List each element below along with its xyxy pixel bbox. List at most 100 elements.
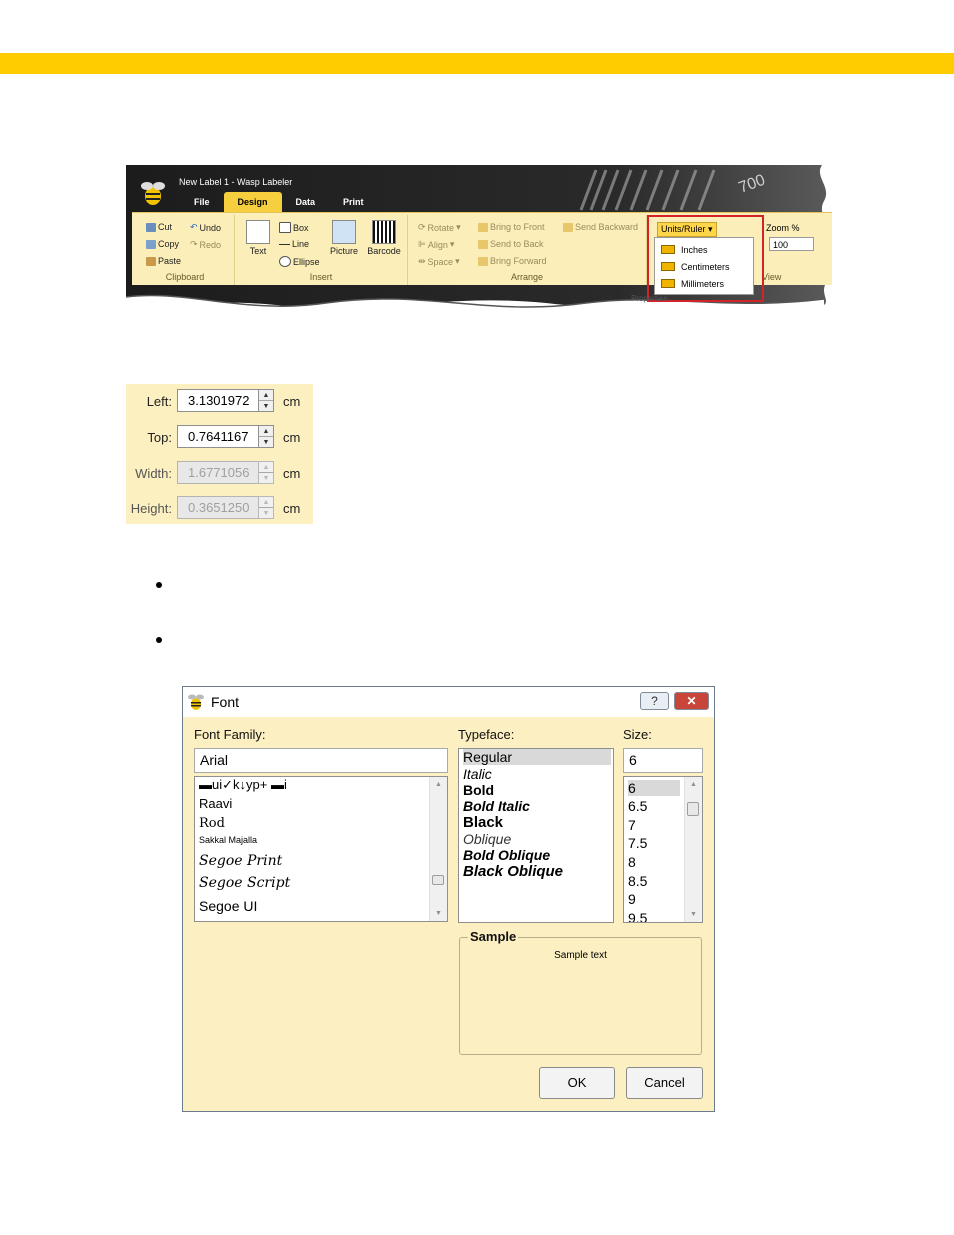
paste-icon — [146, 256, 156, 266]
size-scrollbar[interactable]: ▲ ▼ — [684, 777, 702, 922]
list-item[interactable]: Black Oblique — [463, 863, 563, 880]
spin-down-icon[interactable]: ▼ — [259, 437, 273, 447]
width-input[interactable]: 1.6771056 — [177, 461, 259, 484]
list-item[interactable]: Italic — [463, 766, 492, 782]
spin-down-icon[interactable]: ▼ — [259, 508, 273, 518]
ok-button[interactable]: OK — [539, 1067, 615, 1099]
list-item[interactable]: 8 — [628, 854, 636, 870]
list-item[interactable]: Bold Italic — [463, 798, 530, 814]
left-input[interactable]: 3.1301972 — [177, 389, 259, 412]
top-spinner[interactable]: ▲ ▼ — [258, 425, 274, 448]
insert-picture-label: Picture — [329, 246, 358, 256]
list-item[interactable]: ▬ui✓k↓yp+ ▬i — [199, 777, 287, 793]
height-spinner[interactable]: ▲ ▼ — [258, 496, 274, 519]
redo-icon: ↷ — [190, 239, 198, 249]
sample-box: Sample Sample text — [459, 929, 702, 1055]
spin-up-icon[interactable]: ▲ — [259, 497, 273, 508]
rotate-label: Rotate — [427, 222, 455, 233]
spin-down-icon[interactable]: ▼ — [259, 473, 273, 483]
insert-picture-button[interactable]: Picture — [327, 220, 361, 256]
insert-barcode-button[interactable]: Barcode — [365, 220, 403, 256]
width-spinner[interactable]: ▲ ▼ — [258, 461, 274, 484]
list-item[interactable]: 9 — [628, 891, 636, 907]
list-item[interactable]: Segoe UI — [199, 898, 257, 914]
cut-button[interactable]: Cut — [146, 222, 172, 232]
insert-line-button[interactable]: Line — [279, 239, 309, 249]
dialog-title: Font — [211, 694, 240, 710]
scroll-down-icon[interactable]: ▼ — [685, 911, 702, 918]
typeface-list[interactable]: Regular Italic Bold Bold Italic Black Ob… — [458, 748, 614, 923]
font-family-list[interactable]: ▬ui✓k↓yp+ ▬i Raavi Rod Sakkal Majalla Se… — [194, 776, 448, 922]
list-item[interactable]: Bold — [463, 782, 494, 798]
send-backward-button[interactable]: Send Backward — [563, 222, 638, 232]
tab-data[interactable]: Data — [282, 192, 330, 212]
list-item[interactable]: Segoe Print — [199, 853, 282, 869]
list-item[interactable]: Oblique — [463, 831, 511, 847]
scroll-up-icon[interactable]: ▲ — [685, 781, 702, 788]
arrange-group-label: Arrange — [510, 272, 544, 282]
bring-forward-button[interactable]: Bring Forward — [478, 256, 547, 266]
list-item[interactable]: Rod — [199, 816, 225, 831]
list-item[interactable]: Segoe Script — [199, 875, 290, 891]
spin-up-icon[interactable]: ▲ — [259, 426, 273, 437]
list-item[interactable]: Sakkal Majalla — [199, 835, 257, 845]
tab-file[interactable]: File — [180, 192, 224, 212]
tab-design[interactable]: Design — [223, 192, 282, 212]
clipboard-group-label: Clipboard — [165, 272, 205, 282]
font-family-input[interactable]: Arial — [194, 748, 448, 773]
space-label: Space — [427, 256, 454, 267]
app-logo — [140, 179, 166, 207]
list-item[interactable]: Regular — [463, 749, 611, 765]
scroll-down-icon[interactable]: ▼ — [430, 910, 447, 917]
rotate-button[interactable]: ⟳ Rotate ▾ — [418, 222, 461, 233]
picture-icon — [332, 220, 356, 244]
paste-label: Paste — [158, 256, 182, 266]
tab-print[interactable]: Print — [329, 192, 378, 212]
zoom-input[interactable]: 100 — [769, 237, 814, 251]
zoom-label: Zoom % — [766, 223, 800, 233]
highlight-box — [647, 215, 764, 302]
copy-button[interactable]: Copy — [146, 239, 179, 249]
left-spinner[interactable]: ▲ ▼ — [258, 389, 274, 412]
list-item[interactable]: 9.5 — [628, 910, 647, 922]
spin-up-icon[interactable]: ▲ — [259, 390, 273, 401]
close-button[interactable]: ✕ — [674, 692, 709, 710]
list-item[interactable]: Raavi — [199, 796, 232, 811]
insert-ellipse-button[interactable]: Ellipse — [279, 256, 320, 267]
send-to-back-button[interactable]: Send to Back — [478, 239, 544, 249]
paste-button[interactable]: Paste — [146, 256, 181, 266]
list-item[interactable]: 6 — [628, 780, 680, 796]
font-family-scrollbar[interactable]: ▲ ▼ — [429, 777, 447, 921]
view-group-label: View — [762, 272, 782, 282]
list-item[interactable]: 6.5 — [628, 798, 647, 814]
undo-button[interactable]: ↶ Undo — [190, 222, 221, 233]
redo-button[interactable]: ↷ Redo — [190, 239, 221, 250]
arrange-group: ⟳ Rotate ▾ ⊫ Align ▾ ⇹ Space ▾ Bring to Front … — [408, 215, 647, 285]
spin-up-icon[interactable]: ▲ — [259, 462, 273, 473]
size-input[interactable]: 6 — [623, 748, 703, 773]
bring-to-front-button[interactable]: Bring to Front — [478, 222, 545, 232]
insert-box-button[interactable]: Box — [279, 222, 309, 233]
size-list[interactable]: 6 6.5 7 7.5 8 8.5 9 9.5 ▲ ▼ — [623, 776, 703, 923]
list-item[interactable]: 8.5 — [628, 873, 647, 889]
list-item[interactable]: 7.5 — [628, 835, 647, 851]
scroll-thumb[interactable] — [432, 875, 444, 885]
list-item[interactable]: Black — [463, 814, 503, 831]
top-input[interactable]: 0.7641167 — [177, 425, 259, 448]
list-item[interactable]: 7 — [628, 817, 636, 833]
help-button[interactable]: ? — [640, 692, 669, 710]
spin-down-icon[interactable]: ▼ — [259, 401, 273, 411]
cancel-button[interactable]: Cancel — [626, 1067, 703, 1099]
list-item[interactable]: Bold Oblique — [463, 847, 550, 863]
insert-text-label: Text — [249, 246, 267, 256]
scroll-up-icon[interactable]: ▲ — [430, 781, 447, 788]
align-button[interactable]: ⊫ Align ▾ — [418, 239, 454, 250]
scroll-thumb[interactable] — [687, 802, 699, 816]
space-icon: ⇹ — [418, 256, 426, 266]
redo-label: Redo — [199, 239, 222, 250]
ribbon-tabs: File Design Data Print — [180, 192, 378, 212]
insert-text-button[interactable]: Text — [243, 220, 273, 256]
insert-ellipse-label: Ellipse — [293, 256, 320, 267]
space-button[interactable]: ⇹ Space ▾ — [418, 256, 460, 267]
height-input[interactable]: 0.3651250 — [177, 496, 259, 519]
